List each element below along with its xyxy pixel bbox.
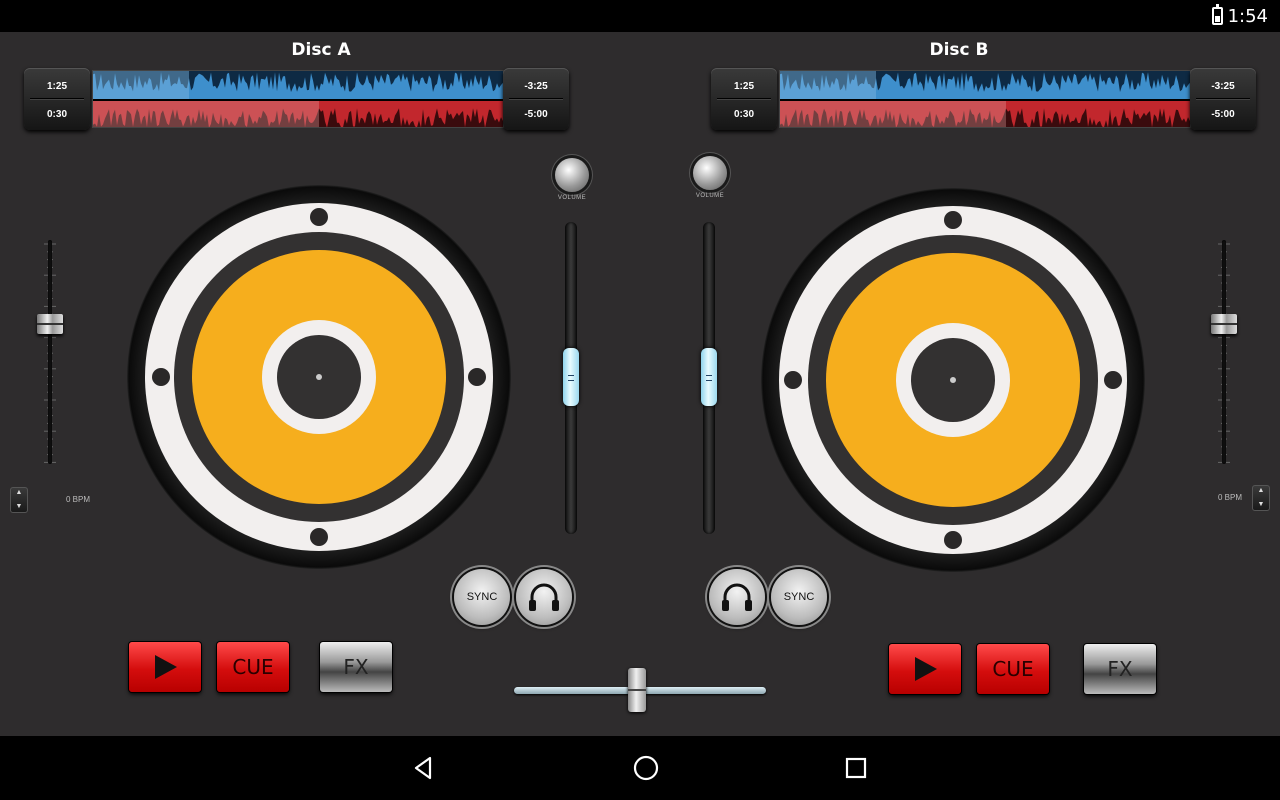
deck-b-turntable[interactable] bbox=[761, 188, 1145, 572]
deck-b-elapsed-box: 1:25 0:30 bbox=[711, 68, 777, 130]
deck-b-headphones-button[interactable] bbox=[709, 569, 765, 625]
headphones-icon bbox=[722, 583, 752, 611]
headphones-icon bbox=[529, 583, 559, 611]
deck-a-bpm-stepper[interactable] bbox=[10, 487, 28, 513]
deck-b-cue-button[interactable]: CUE bbox=[977, 644, 1049, 694]
deck-b-play-button[interactable] bbox=[889, 644, 961, 694]
deck-b-pitch-handle[interactable] bbox=[1211, 314, 1237, 334]
play-icon bbox=[915, 657, 937, 681]
deck-a-remaining-box: -3:25 -5:00 bbox=[503, 68, 569, 130]
deck-a-headphones-button[interactable] bbox=[516, 569, 572, 625]
deck-a-sync-button[interactable]: SYNC bbox=[454, 569, 510, 625]
deck-a-pitch-track[interactable] bbox=[48, 240, 52, 464]
play-icon bbox=[155, 655, 177, 679]
deck-a-bpm-label: 0 BPM bbox=[66, 495, 91, 504]
deck-a-volume-handle[interactable] bbox=[563, 348, 579, 406]
back-triangle-icon[interactable] bbox=[410, 754, 438, 782]
status-bar: 1:54 bbox=[0, 0, 1280, 32]
deck-b-remaining-top: -3:25 bbox=[1211, 81, 1235, 92]
deck-b-volume-knob[interactable] bbox=[693, 156, 727, 190]
deck-a-waveform[interactable] bbox=[92, 70, 504, 128]
deck-b-title: Disc B bbox=[929, 40, 989, 60]
battery-charging-icon bbox=[1212, 4, 1223, 25]
deck-a-turntable[interactable] bbox=[127, 185, 511, 569]
deck-b-remaining-bottom: -5:00 bbox=[1211, 109, 1235, 120]
deck-b-fx-button[interactable]: FX bbox=[1084, 644, 1156, 694]
deck-b-volume-handle[interactable] bbox=[701, 348, 717, 406]
deck-b-pitch-track[interactable] bbox=[1222, 240, 1226, 464]
deck-a-cue-button[interactable]: CUE bbox=[217, 642, 289, 692]
deck-b-elapsed-bottom: 0:30 bbox=[733, 109, 754, 120]
deck-a-elapsed-top: 1:25 bbox=[46, 81, 67, 92]
deck-b-volume-label: VOLUME bbox=[695, 193, 725, 199]
home-circle-icon[interactable] bbox=[632, 754, 660, 782]
deck-b-remaining-box: -3:25 -5:00 bbox=[1190, 68, 1256, 130]
deck-b-bpm-label: 0 BPM bbox=[1218, 493, 1243, 502]
deck-a-volume-label: VOLUME bbox=[557, 195, 587, 201]
deck-a-title: Disc A bbox=[291, 40, 351, 60]
status-time: 1:54 bbox=[1227, 6, 1268, 27]
deck-a-elapsed-box: 1:25 0:30 bbox=[24, 68, 90, 130]
dj-mixer-app: Disc A 1:25 0:30 -3:25 -5:00 0 BPM bbox=[0, 32, 1280, 736]
deck-b-waveform[interactable] bbox=[779, 70, 1191, 128]
deck-a-pitch-handle[interactable] bbox=[37, 314, 63, 334]
recents-square-icon[interactable] bbox=[842, 754, 870, 782]
deck-a-volume-knob[interactable] bbox=[555, 158, 589, 192]
deck-a-elapsed-bottom: 0:30 bbox=[46, 109, 67, 120]
deck-a-play-button[interactable] bbox=[129, 642, 201, 692]
deck-b-sync-button[interactable]: SYNC bbox=[771, 569, 827, 625]
deck-a-fx-button[interactable]: FX bbox=[320, 642, 392, 692]
crossfader-handle[interactable] bbox=[628, 668, 646, 712]
deck-a-remaining-bottom: -5:00 bbox=[524, 109, 548, 120]
deck-b-elapsed-top: 1:25 bbox=[733, 81, 754, 92]
deck-b-bpm-stepper[interactable] bbox=[1252, 485, 1270, 511]
navigation-bar bbox=[0, 736, 1280, 800]
deck-a-remaining-top: -3:25 bbox=[524, 81, 548, 92]
